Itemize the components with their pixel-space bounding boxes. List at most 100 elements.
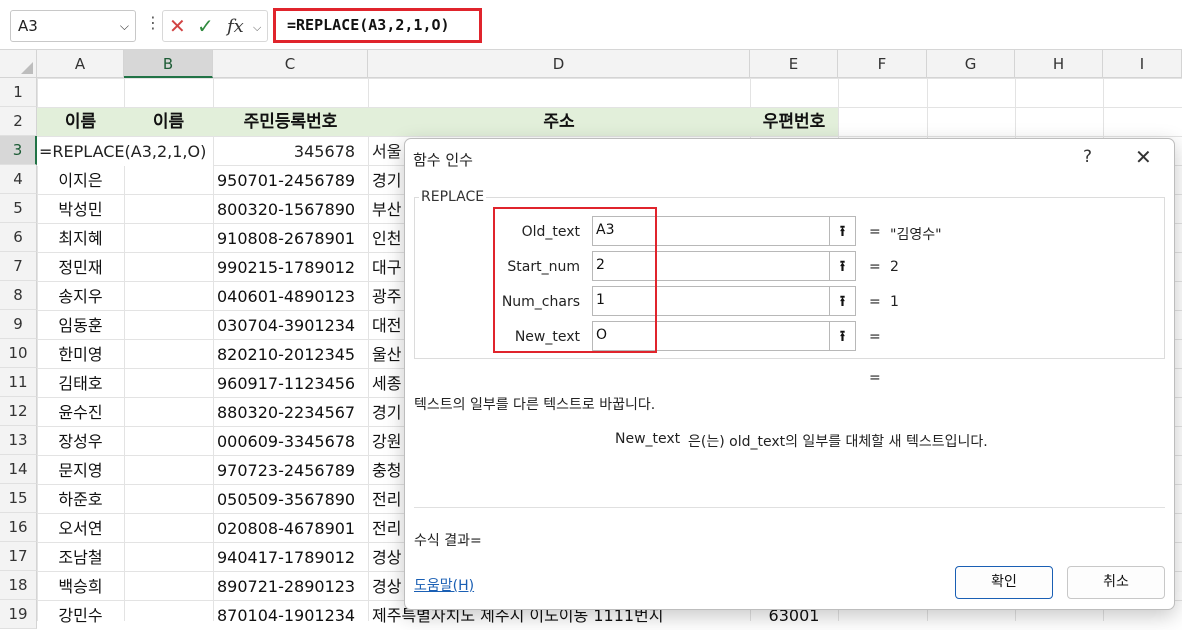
cell-rrn[interactable]: 050509-3567890 bbox=[213, 485, 368, 514]
cell-d3[interactable]: 서울 bbox=[368, 137, 408, 166]
collapse-dialog-icon[interactable]: ⭱ bbox=[829, 286, 855, 316]
arg-eq: = bbox=[869, 224, 881, 240]
arg-description-name: New_text bbox=[615, 431, 681, 447]
cell-name[interactable]: 이지은 bbox=[37, 166, 124, 195]
formula-input[interactable]: =REPLACE(A3,2,1,O) bbox=[273, 8, 482, 43]
function-arguments-dialog: 함수 인수 ? ✕ REPLACE Old_text A3 ⭱ = "김영수" … bbox=[404, 138, 1175, 610]
cancel-x-icon[interactable]: ✕ bbox=[169, 14, 186, 38]
header-cell-d2[interactable]: 주소 bbox=[368, 108, 750, 136]
help-question-icon[interactable]: ? bbox=[1083, 147, 1092, 167]
row-header-6[interactable]: 6 bbox=[0, 223, 37, 252]
cell-c3[interactable]: 345678 bbox=[213, 137, 368, 166]
fx-icon[interactable]: fx bbox=[227, 16, 244, 37]
row-header-16[interactable]: 16 bbox=[0, 513, 37, 542]
ok-button[interactable]: 확인 bbox=[955, 566, 1053, 599]
col-header-e[interactable]: E bbox=[750, 50, 838, 78]
cell-rrn[interactable]: 800320-1567890 bbox=[213, 195, 368, 224]
cell-name[interactable]: 김태호 bbox=[37, 369, 124, 398]
cell-name[interactable]: 오서연 bbox=[37, 514, 124, 543]
cancel-button[interactable]: 취소 bbox=[1067, 566, 1165, 599]
row-header-1[interactable]: 1 bbox=[0, 78, 37, 107]
row-header-7[interactable]: 7 bbox=[0, 252, 37, 281]
cell-name[interactable]: 하준호 bbox=[37, 485, 124, 514]
cell-rrn[interactable]: 030704-3901234 bbox=[213, 311, 368, 340]
col-header-d[interactable]: D bbox=[368, 50, 750, 78]
cell-rrn[interactable]: 000609-3345678 bbox=[213, 427, 368, 456]
arg-result-num-chars: 1 bbox=[890, 294, 899, 310]
cell-rrn[interactable]: 960917-1123456 bbox=[213, 369, 368, 398]
row-header-17[interactable]: 17 bbox=[0, 542, 37, 571]
cell-edit-text[interactable]: =REPLACE(A3,2,1,O) bbox=[37, 137, 213, 166]
header-cell-a2[interactable]: 이름 bbox=[37, 108, 124, 136]
cell-name[interactable]: 최지혜 bbox=[37, 224, 124, 253]
header-cell-b2[interactable]: 이름 bbox=[124, 108, 213, 136]
check-icon[interactable]: ✓ bbox=[197, 14, 214, 38]
cell-name[interactable]: 백승희 bbox=[37, 572, 124, 601]
cell-rrn[interactable]: 990215-1789012 bbox=[213, 253, 368, 282]
chevron-down-icon[interactable]: ⌵ bbox=[253, 21, 261, 35]
cell-name[interactable]: 장성우 bbox=[37, 427, 124, 456]
col-header-i[interactable]: I bbox=[1103, 50, 1182, 78]
cell-name[interactable]: 임동훈 bbox=[37, 311, 124, 340]
row-header-4[interactable]: 4 bbox=[0, 165, 37, 194]
cell-rrn[interactable]: 040601-4890123 bbox=[213, 282, 368, 311]
name-box[interactable]: A3 ⌵ bbox=[10, 10, 136, 42]
row-header-3[interactable]: 3 bbox=[0, 136, 37, 165]
arg-description-text: 은(는) old_text의 일부를 대체할 새 텍스트입니다. bbox=[688, 434, 988, 450]
select-all-corner[interactable] bbox=[0, 50, 37, 78]
collapse-dialog-icon[interactable]: ⭱ bbox=[829, 251, 855, 281]
row-header-8[interactable]: 8 bbox=[0, 281, 37, 310]
cell-rrn[interactable]: 880320-2234567 bbox=[213, 398, 368, 427]
close-icon[interactable]: ✕ bbox=[1135, 145, 1152, 169]
chevron-down-icon[interactable]: ⌵ bbox=[120, 19, 129, 34]
function-description: 텍스트의 일부를 다른 텍스트로 바꿉니다. bbox=[414, 397, 656, 413]
cell-rrn[interactable]: 940417-1789012 bbox=[213, 543, 368, 572]
row-header-10[interactable]: 10 bbox=[0, 339, 37, 368]
name-box-value: A3 bbox=[18, 17, 38, 35]
arg-eq: = bbox=[869, 259, 881, 275]
cell-rrn[interactable]: 970723-2456789 bbox=[213, 456, 368, 485]
cell-rrn[interactable]: 950701-2456789 bbox=[213, 166, 368, 195]
cell-name[interactable]: 조남철 bbox=[37, 543, 124, 572]
cell-rrn[interactable]: 910808-2678901 bbox=[213, 224, 368, 253]
row-header-9[interactable]: 9 bbox=[0, 310, 37, 339]
cell-name[interactable]: 박성민 bbox=[37, 195, 124, 224]
row-header-15[interactable]: 15 bbox=[0, 484, 37, 513]
cell-name[interactable]: 윤수진 bbox=[37, 398, 124, 427]
dialog-title: 함수 인수 bbox=[413, 151, 473, 169]
row-header-2[interactable]: 2 bbox=[0, 107, 37, 136]
row-header-19[interactable]: 19 bbox=[0, 600, 37, 629]
col-header-f[interactable]: F bbox=[838, 50, 927, 78]
row-header-5[interactable]: 5 bbox=[0, 194, 37, 223]
col-header-h[interactable]: H bbox=[1015, 50, 1103, 78]
arg-eq: = bbox=[869, 294, 881, 310]
col-header-b[interactable]: B bbox=[124, 50, 213, 78]
row-header-12[interactable]: 12 bbox=[0, 397, 37, 426]
collapse-dialog-icon[interactable]: ⭱ bbox=[829, 321, 855, 351]
cell-rrn[interactable]: 020808-4678901 bbox=[213, 514, 368, 543]
header-cell-e2[interactable]: 우편번호 bbox=[750, 108, 838, 136]
formula-result: 수식 결과= bbox=[414, 533, 482, 549]
collapse-dialog-icon[interactable]: ⭱ bbox=[829, 216, 855, 246]
col-header-g[interactable]: G bbox=[927, 50, 1015, 78]
arg-result-old-text: "김영수" bbox=[890, 227, 942, 243]
col-header-a[interactable]: A bbox=[37, 50, 124, 78]
help-link[interactable]: 도움말(H) bbox=[414, 575, 474, 595]
arg-result-start-num: 2 bbox=[890, 259, 899, 275]
cell-rrn[interactable]: 820210-2012345 bbox=[213, 340, 368, 369]
row-header-18[interactable]: 18 bbox=[0, 571, 37, 600]
row-header-11[interactable]: 11 bbox=[0, 368, 37, 397]
cell-rrn[interactable]: 870104-1901234 bbox=[213, 601, 368, 630]
more-vertical-icon: ⋮ bbox=[145, 13, 161, 32]
cell-name[interactable]: 정민재 bbox=[37, 253, 124, 282]
row-header-14[interactable]: 14 bbox=[0, 455, 37, 484]
row-header-13[interactable]: 13 bbox=[0, 426, 37, 455]
formula-buttons: ✕ ✓ fx ⌵ bbox=[162, 10, 268, 42]
cell-rrn[interactable]: 890721-2890123 bbox=[213, 572, 368, 601]
cell-name[interactable]: 강민수 bbox=[37, 601, 124, 630]
cell-name[interactable]: 문지영 bbox=[37, 456, 124, 485]
cell-name[interactable]: 한미영 bbox=[37, 340, 124, 369]
cell-name[interactable]: 송지우 bbox=[37, 282, 124, 311]
col-header-c[interactable]: C bbox=[213, 50, 368, 78]
header-cell-c2[interactable]: 주민등록번호 bbox=[213, 108, 368, 136]
